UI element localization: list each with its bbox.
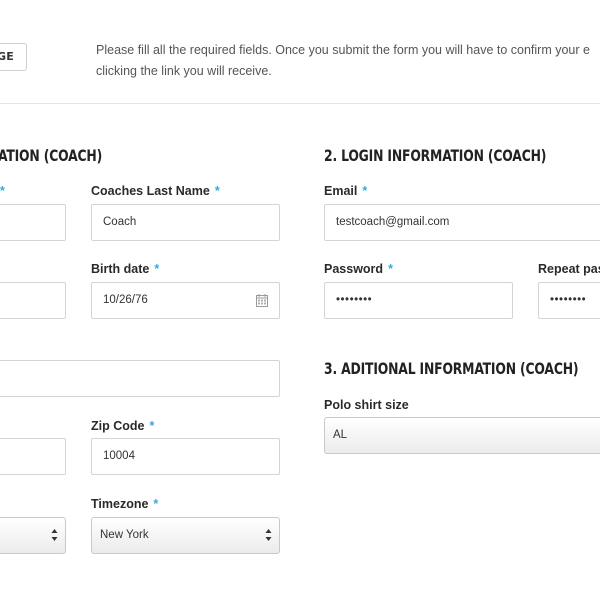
select-arrows-icon	[51, 529, 58, 541]
timezone-label: Timezone *	[91, 497, 158, 511]
zip-code-field[interactable]: 10004	[91, 438, 280, 475]
repeat-password-label: Repeat pas	[538, 262, 600, 276]
birth-date-label-text: Birth date	[91, 262, 150, 276]
timezone-select[interactable]: New York	[91, 517, 280, 554]
timezone-value: New York	[100, 529, 149, 541]
section3-heading: 3. ADITIONAL INFORMATION (COACH)	[324, 359, 579, 378]
page-button[interactable]: AGE	[0, 43, 27, 71]
password-label: Password *	[324, 262, 393, 276]
required-marker: *	[0, 184, 5, 198]
required-marker: *	[388, 262, 393, 276]
section1-heading: ATION (COACH)	[0, 146, 103, 165]
intro-text: Please fill all the required fields. Onc…	[96, 40, 600, 82]
required-marker: *	[154, 262, 160, 276]
email-field[interactable]: testcoach@gmail.com	[324, 204, 600, 241]
last-name-label: Coaches Last Name *	[91, 184, 220, 198]
section2-heading: 2. LOGIN INFORMATION (COACH)	[324, 146, 547, 165]
required-marker: *	[214, 184, 220, 198]
zip-code-label-text: Zip Code	[91, 419, 145, 433]
password-field[interactable]: ••••••••	[324, 282, 513, 319]
password-label-text: Password	[324, 262, 384, 276]
gender-field[interactable]	[0, 282, 66, 319]
calendar-icon[interactable]	[256, 294, 268, 307]
required-marker: *	[362, 184, 368, 198]
divider	[0, 103, 600, 104]
birth-date-label: Birth date *	[91, 262, 159, 276]
city-field[interactable]	[0, 438, 66, 475]
intro-line-2: clicking the link you will receive.	[96, 64, 272, 78]
required-marker: *	[149, 419, 155, 433]
zip-code-label: Zip Code *	[91, 419, 154, 433]
email-label: Email *	[324, 184, 367, 198]
state-select[interactable]	[0, 517, 66, 554]
last-name-label-text: Coaches Last Name	[91, 184, 210, 198]
birth-date-value: 10/26/76	[103, 294, 148, 306]
polo-shirt-label: Polo shirt size	[324, 398, 409, 412]
intro-line-1: Please fill all the required fields. Onc…	[96, 43, 590, 57]
polo-shirt-value: AL	[333, 429, 348, 441]
required-marker: *	[153, 497, 159, 511]
first-name-field[interactable]	[0, 204, 66, 241]
email-label-text: Email	[324, 184, 358, 198]
address-field[interactable]	[0, 360, 280, 397]
polo-shirt-select[interactable]: AL	[324, 417, 600, 454]
last-name-field[interactable]: Coach	[91, 204, 280, 241]
timezone-label-text: Timezone	[91, 497, 149, 511]
first-name-label: *	[0, 184, 5, 198]
repeat-password-field[interactable]: ••••••••	[538, 282, 600, 319]
birth-date-field[interactable]: 10/26/76	[91, 282, 280, 319]
select-arrows-icon	[265, 529, 272, 541]
